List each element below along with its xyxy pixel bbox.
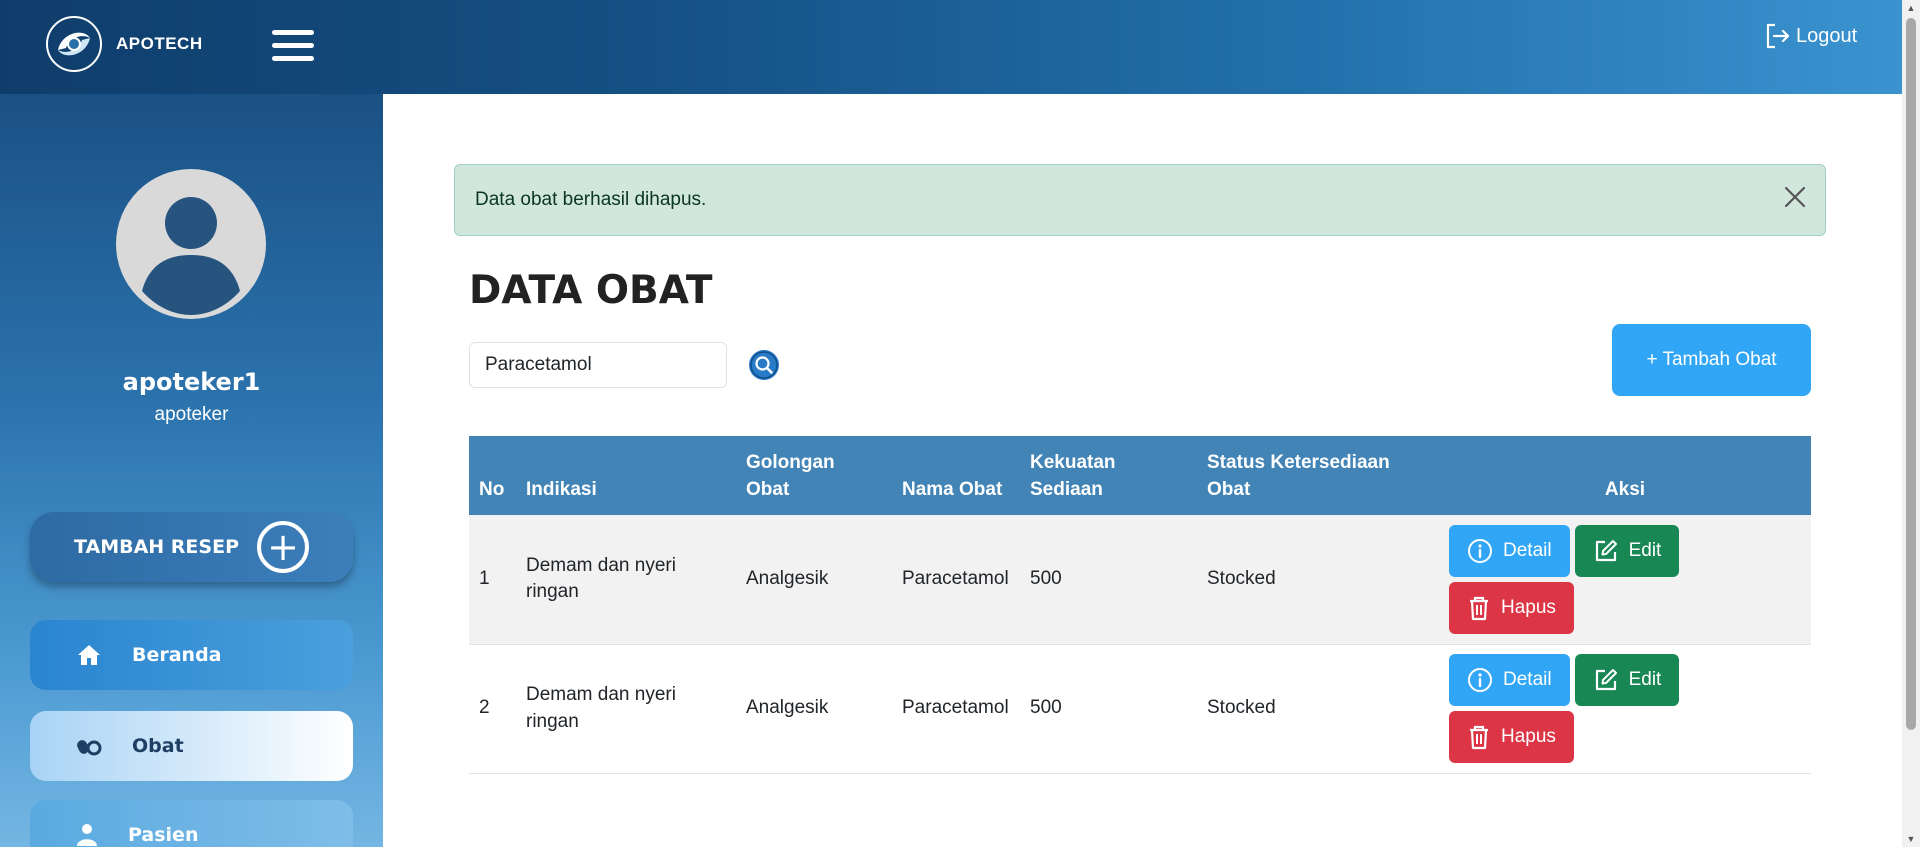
cell-no: 2 [469, 644, 516, 774]
cell-indikasi: Demam dan nyeri ringan [516, 644, 736, 774]
cell-aksi: Detail Edit Hapus [1439, 644, 1811, 774]
close-icon[interactable] [1781, 183, 1809, 211]
table-header-row: No Indikasi Golongan Obat Nama Obat Keku… [469, 436, 1811, 516]
logout-icon [1766, 23, 1790, 49]
column-header: Kekuatan Sediaan [1030, 452, 1116, 500]
detail-button[interactable]: Detail [1449, 524, 1570, 577]
hapus-button[interactable]: Hapus [1449, 711, 1574, 764]
sidebar-item-beranda[interactable]: Beranda [30, 620, 353, 690]
hapus-button[interactable]: Hapus [1449, 581, 1574, 634]
plus-circle-icon: + [257, 521, 309, 573]
hamburger-menu-icon[interactable] [272, 30, 314, 64]
hapus-label: Hapus [1501, 596, 1556, 618]
alert-message: Data obat berhasil dihapus. [475, 189, 707, 210]
table-row: 2 Demam dan nyeri ringan Analgesik Parac… [469, 644, 1811, 774]
home-icon [78, 645, 100, 665]
pills-icon [77, 740, 102, 756]
detail-label: Detail [1503, 668, 1552, 690]
cell-status: Stocked [1197, 644, 1439, 774]
trash-icon [1470, 596, 1488, 621]
sidebar-item-obat[interactable]: Obat [30, 711, 353, 781]
page-scrollbar[interactable]: ▲ ▼ [1902, 0, 1920, 847]
cell-nama: Paracetamol [892, 515, 1020, 645]
sidebar-item-label: Obat [132, 735, 184, 757]
page-title: DATA OBAT [469, 268, 713, 313]
apotech-logo-icon [44, 14, 104, 74]
sidebar-item-label: Beranda [132, 644, 222, 666]
scroll-up-arrow-icon[interactable]: ▲ [1906, 3, 1916, 13]
cell-golongan: Analgesik [736, 644, 892, 774]
edit-icon [1595, 669, 1617, 691]
user-name: apoteker1 [122, 368, 261, 396]
column-header: Status Ketersediaan Obat [1207, 452, 1390, 500]
cell-aksi: Detail Edit Hapus [1439, 515, 1811, 645]
top-header: APOTECH Logout [0, 0, 1902, 94]
brand-name: APOTECH [116, 34, 203, 53]
detail-button[interactable]: Detail [1449, 654, 1570, 707]
success-alert: Data obat berhasil dihapus. [454, 164, 1826, 236]
cell-no: 1 [469, 515, 516, 645]
edit-button[interactable]: Edit [1574, 654, 1680, 707]
column-header: Indikasi [526, 478, 597, 500]
edit-label: Edit [1628, 539, 1662, 561]
sidebar-item-label: Pasien [128, 824, 199, 846]
edit-button[interactable]: Edit [1574, 524, 1680, 577]
logout-label: Logout [1796, 24, 1858, 47]
info-icon [1468, 668, 1492, 693]
cell-kekuatan: 500 [1020, 515, 1197, 645]
scrollbar-thumb[interactable] [1906, 18, 1916, 730]
scroll-down-arrow-icon[interactable]: ▼ [1906, 834, 1916, 844]
avatar [116, 169, 266, 319]
tambah-resep-label: TAMBAH RESEP [74, 536, 239, 558]
tambah-obat-button[interactable]: + Tambah Obat [1612, 324, 1811, 396]
hapus-label: Hapus [1501, 725, 1556, 747]
column-header: Aksi [1604, 478, 1646, 500]
detail-label: Detail [1503, 539, 1552, 561]
user-icon [77, 824, 97, 846]
column-header: Nama Obat [902, 478, 1003, 500]
info-icon [1468, 538, 1492, 563]
cell-nama: Paracetamol [892, 644, 1020, 774]
tambah-resep-button[interactable]: TAMBAH RESEP + [30, 512, 353, 582]
table-row: 1 Demam dan nyeri ringan Analgesik Parac… [469, 515, 1811, 645]
trash-icon [1470, 726, 1488, 750]
cell-golongan: Analgesik [736, 515, 892, 645]
brand[interactable]: APOTECH [44, 14, 203, 74]
cell-status: Stocked [1197, 515, 1439, 645]
logout-button[interactable]: Logout [1764, 22, 1857, 50]
search-icon[interactable] [748, 349, 780, 381]
column-header: Golongan Obat [746, 452, 835, 500]
user-role: apoteker [154, 404, 229, 425]
column-header: No [479, 478, 505, 500]
obat-table: No Indikasi Golongan Obat Nama Obat Keku… [469, 436, 1811, 774]
sidebar-item-pasien[interactable]: Pasien [30, 800, 353, 847]
cell-indikasi: Demam dan nyeri ringan [516, 515, 736, 645]
edit-label: Edit [1628, 668, 1662, 690]
edit-icon [1595, 539, 1617, 562]
cell-kekuatan: 500 [1020, 644, 1197, 774]
search-input[interactable] [469, 342, 727, 388]
